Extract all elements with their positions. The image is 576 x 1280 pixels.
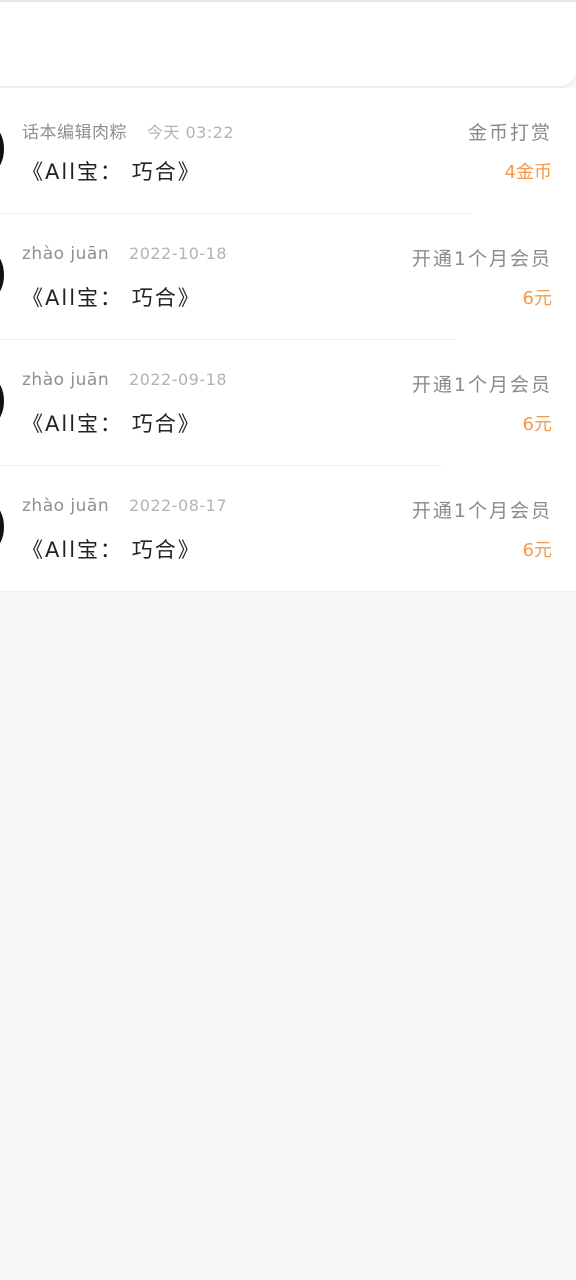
- work-title: 《All宝： 巧合》: [22, 412, 201, 436]
- action-label: 开通1个月会员: [411, 374, 552, 396]
- avatar[interactable]: [0, 254, 4, 296]
- user-name: zhào juān: [22, 496, 110, 516]
- action-label: 开通1个月会员: [411, 248, 552, 270]
- work-title: 《All宝： 巧合》: [22, 160, 201, 184]
- amount-label: 4金币: [504, 162, 552, 183]
- timestamp: 2022-08-17: [129, 496, 227, 515]
- record-meta: 话本编辑肉粽 今天 03:22: [22, 118, 234, 143]
- avatar[interactable]: [0, 380, 4, 422]
- avatar[interactable]: [0, 506, 4, 548]
- row-divider: [0, 591, 576, 592]
- amount-label: 6元: [522, 414, 552, 435]
- user-name: zhào juān: [22, 370, 110, 390]
- timestamp: 今天 03:22: [146, 123, 235, 142]
- record-meta: zhào juān 2022-10-18: [22, 244, 227, 264]
- timestamp: 2022-09-18: [129, 370, 227, 389]
- work-title: 《All宝： 巧合》: [22, 286, 201, 310]
- work-title: 《All宝： 巧合》: [22, 538, 201, 562]
- amount-label: 6元: [522, 288, 552, 309]
- user-name: zhào juān: [22, 244, 110, 264]
- list-item[interactable]: zhào juān 2022-08-17 《All宝： 巧合》 开通1个月会员 …: [0, 466, 576, 592]
- timestamp: 2022-10-18: [129, 244, 227, 263]
- record-list: 话本编辑肉粽 今天 03:22 《All宝： 巧合》 金币打赏 4金币 zhào…: [0, 88, 576, 592]
- list-item[interactable]: zhào juān 2022-10-18 《All宝： 巧合》 开通1个月会员 …: [0, 214, 576, 340]
- header-card: [0, 2, 576, 86]
- action-label: 金币打赏: [467, 122, 552, 144]
- record-meta: zhào juān 2022-08-17: [22, 496, 227, 516]
- user-name: 话本编辑肉粽: [22, 123, 127, 143]
- avatar[interactable]: [0, 128, 4, 170]
- action-label: 开通1个月会员: [411, 500, 552, 522]
- list-item[interactable]: 话本编辑肉粽 今天 03:22 《All宝： 巧合》 金币打赏 4金币: [0, 88, 576, 214]
- list-item[interactable]: zhào juān 2022-09-18 《All宝： 巧合》 开通1个月会员 …: [0, 340, 576, 466]
- record-meta: zhào juān 2022-09-18: [22, 370, 227, 390]
- amount-label: 6元: [522, 540, 552, 561]
